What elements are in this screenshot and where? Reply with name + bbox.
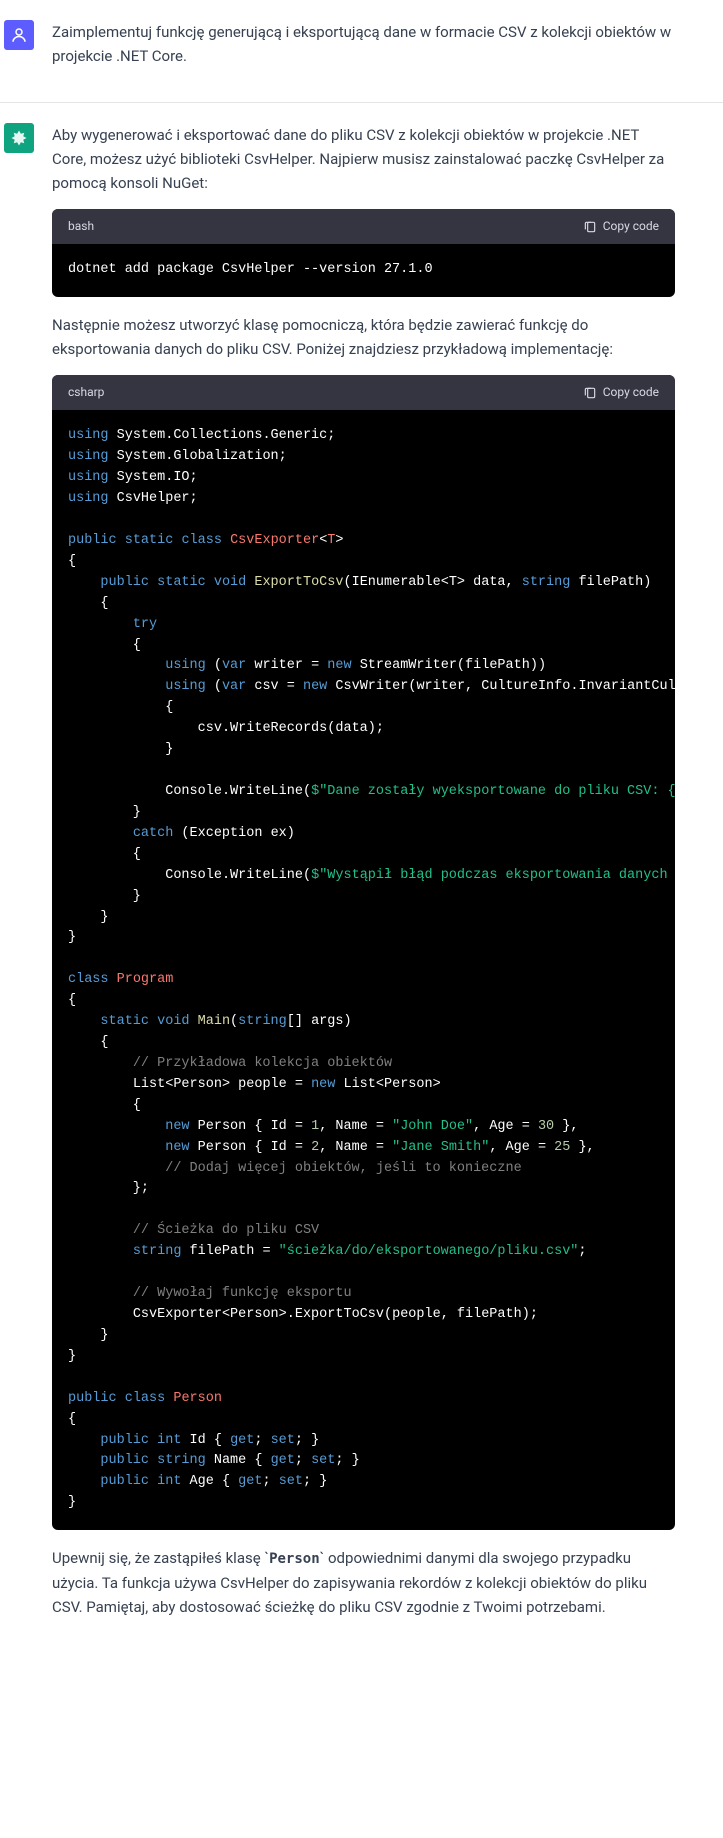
assistant-intro: Aby wygenerować i eksportować dane do pl… [52,123,675,195]
copy-label: Copy code [603,383,659,402]
assistant-avatar [4,123,34,153]
user-avatar [4,20,34,50]
code-block-bash: bash Copy code dotnet add package CsvHel… [52,209,675,297]
copy-label: Copy code [603,217,659,236]
assistant-outro: Upewnij się, że zastąpiłeś klasę `Person… [52,1546,675,1618]
code-block-csharp: csharp Copy code using System.Collection… [52,375,675,1530]
code-header: csharp Copy code [52,375,675,410]
copy-code-button[interactable]: Copy code [583,217,659,236]
user-content: Zaimplementuj funkcję generującą i ekspo… [52,20,675,82]
inline-code-person: Person [269,1551,320,1567]
clipboard-icon [583,386,597,400]
user-text: Zaimplementuj funkcję generującą i ekspo… [52,20,675,68]
openai-icon [10,129,28,147]
assistant-mid: Następnie możesz utworzyć klasę pomocnic… [52,313,675,361]
assistant-message: Aby wygenerować i eksportować dane do pl… [0,103,723,1653]
assistant-content: Aby wygenerować i eksportować dane do pl… [52,123,675,1633]
user-message: Zaimplementuj funkcję generującą i ekspo… [0,0,723,103]
code-body-csharp[interactable]: using System.Collections.Generic; using … [52,410,675,1530]
code-body-bash[interactable]: dotnet add package CsvHelper --version 2… [52,244,675,297]
code-lang-label: csharp [68,383,104,402]
clipboard-icon [583,220,597,234]
person-icon [10,26,28,44]
code-lang-label: bash [68,217,94,236]
copy-code-button[interactable]: Copy code [583,383,659,402]
code-header: bash Copy code [52,209,675,244]
